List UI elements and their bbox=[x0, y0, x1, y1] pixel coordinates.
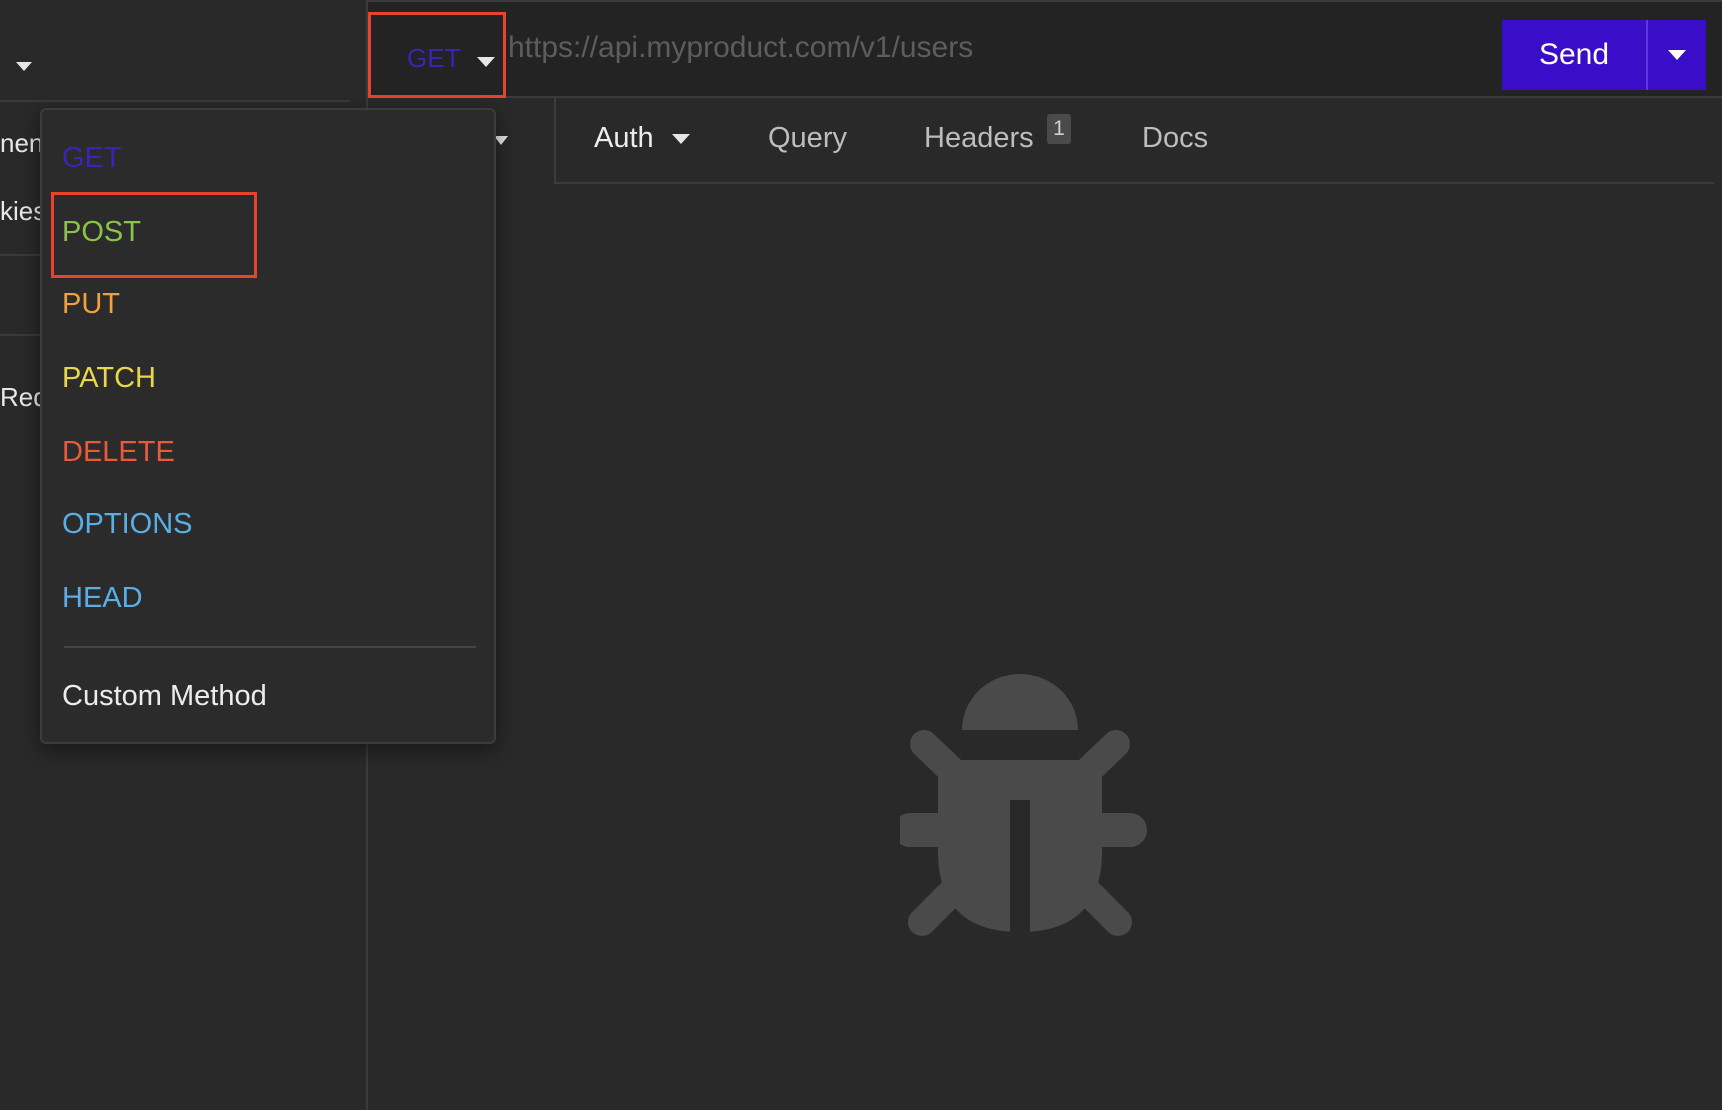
headers-count-badge: 1 bbox=[1047, 114, 1071, 144]
tab-headers[interactable]: Headers bbox=[924, 122, 1034, 155]
tab-auth-label: Auth bbox=[594, 122, 654, 154]
chevron-down-icon bbox=[671, 134, 690, 145]
menu-item-options[interactable]: OPTIONS bbox=[62, 508, 193, 541]
send-options-button[interactable] bbox=[1648, 20, 1706, 90]
bug-icon bbox=[900, 674, 1147, 940]
sidebar-divider bbox=[0, 334, 44, 336]
sidebar-divider bbox=[0, 254, 44, 256]
url-input[interactable] bbox=[508, 26, 1448, 70]
menu-item-patch[interactable]: PATCH bbox=[62, 362, 156, 395]
chevron-down-icon bbox=[477, 57, 495, 67]
method-dropdown-button[interactable]: GET bbox=[368, 12, 506, 98]
menu-item-custom-method[interactable]: Custom Method bbox=[62, 680, 267, 713]
tab-query[interactable]: Query bbox=[768, 122, 847, 155]
chevron-down-icon[interactable] bbox=[494, 136, 508, 145]
method-label: GET bbox=[407, 43, 461, 73]
chevron-down-icon[interactable] bbox=[16, 62, 32, 71]
menu-divider bbox=[64, 646, 476, 648]
highlight-box bbox=[51, 192, 257, 278]
send-button[interactable]: Send bbox=[1502, 20, 1646, 90]
url-bar: GET Send bbox=[368, 0, 1722, 98]
chevron-down-icon bbox=[1668, 50, 1686, 60]
menu-item-get[interactable]: GET bbox=[62, 142, 122, 175]
method-dropdown-menu: GET POST PUT PATCH DELETE OPTIONS HEAD C… bbox=[40, 108, 496, 744]
sidebar-item-environment[interactable]: nen bbox=[0, 128, 43, 159]
tab-auth[interactable]: Auth bbox=[594, 122, 690, 155]
tab-docs[interactable]: Docs bbox=[1142, 122, 1208, 155]
menu-item-head[interactable]: HEAD bbox=[62, 582, 143, 615]
request-tabs: Auth Query Headers 1 Docs bbox=[554, 98, 1714, 184]
app-window: nen kies Req GET Send Auth Query Headers… bbox=[0, 0, 1722, 1110]
menu-item-delete[interactable]: DELETE bbox=[62, 436, 175, 469]
menu-item-put[interactable]: PUT bbox=[62, 288, 120, 321]
workspace-selector[interactable] bbox=[0, 10, 350, 102]
